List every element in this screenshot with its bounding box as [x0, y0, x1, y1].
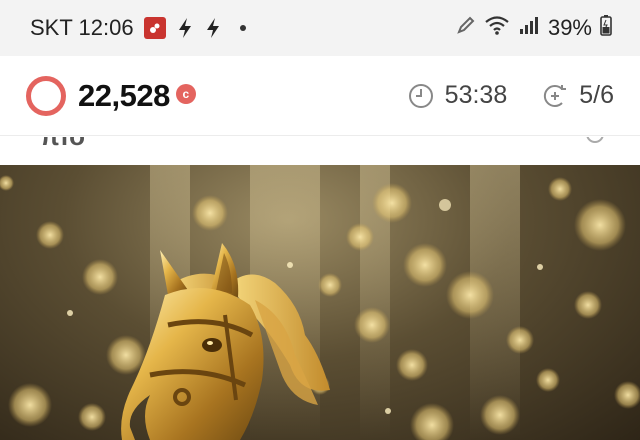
- bolt-icon: [176, 17, 194, 39]
- pencil-icon: [456, 15, 476, 41]
- more-dot-icon: [239, 25, 246, 31]
- content-title: πlo: [40, 137, 86, 152]
- clock-icon: [408, 83, 433, 108]
- progress-ring-icon: [26, 75, 66, 116]
- content-image[interactable]: [0, 165, 640, 440]
- info-icon[interactable]: [586, 137, 604, 143]
- app-header: 22,528 c 53:38 5/6: [0, 56, 640, 136]
- status-right: 39%: [456, 14, 612, 42]
- wifi-icon: [484, 14, 510, 42]
- status-left: SKT 12:06: [30, 15, 246, 41]
- points-value: 22,528: [78, 77, 170, 113]
- progress-value: 5/6: [579, 81, 614, 109]
- bolt-icon: [204, 17, 222, 39]
- progress-stat: 5/6: [541, 81, 614, 110]
- coin-plus-icon: [544, 84, 567, 107]
- app-notification-icon: [143, 17, 166, 39]
- status-bar: SKT 12:06 39%: [0, 0, 640, 56]
- battery-text: 39%: [547, 15, 592, 40]
- battery-icon: [600, 14, 612, 42]
- coin-icon: c: [175, 83, 196, 104]
- carrier-time: SKT 12:06: [30, 15, 134, 40]
- signal-icon: [518, 14, 540, 42]
- content-title-strip: πlo: [0, 137, 640, 165]
- timer-value: 53:38: [444, 81, 508, 109]
- timer-stat: 53:38: [407, 81, 508, 110]
- header-stats: 53:38 5/6: [407, 81, 614, 110]
- points-display[interactable]: 22,528 c: [26, 75, 196, 116]
- golden-horse-illustration: [0, 165, 640, 440]
